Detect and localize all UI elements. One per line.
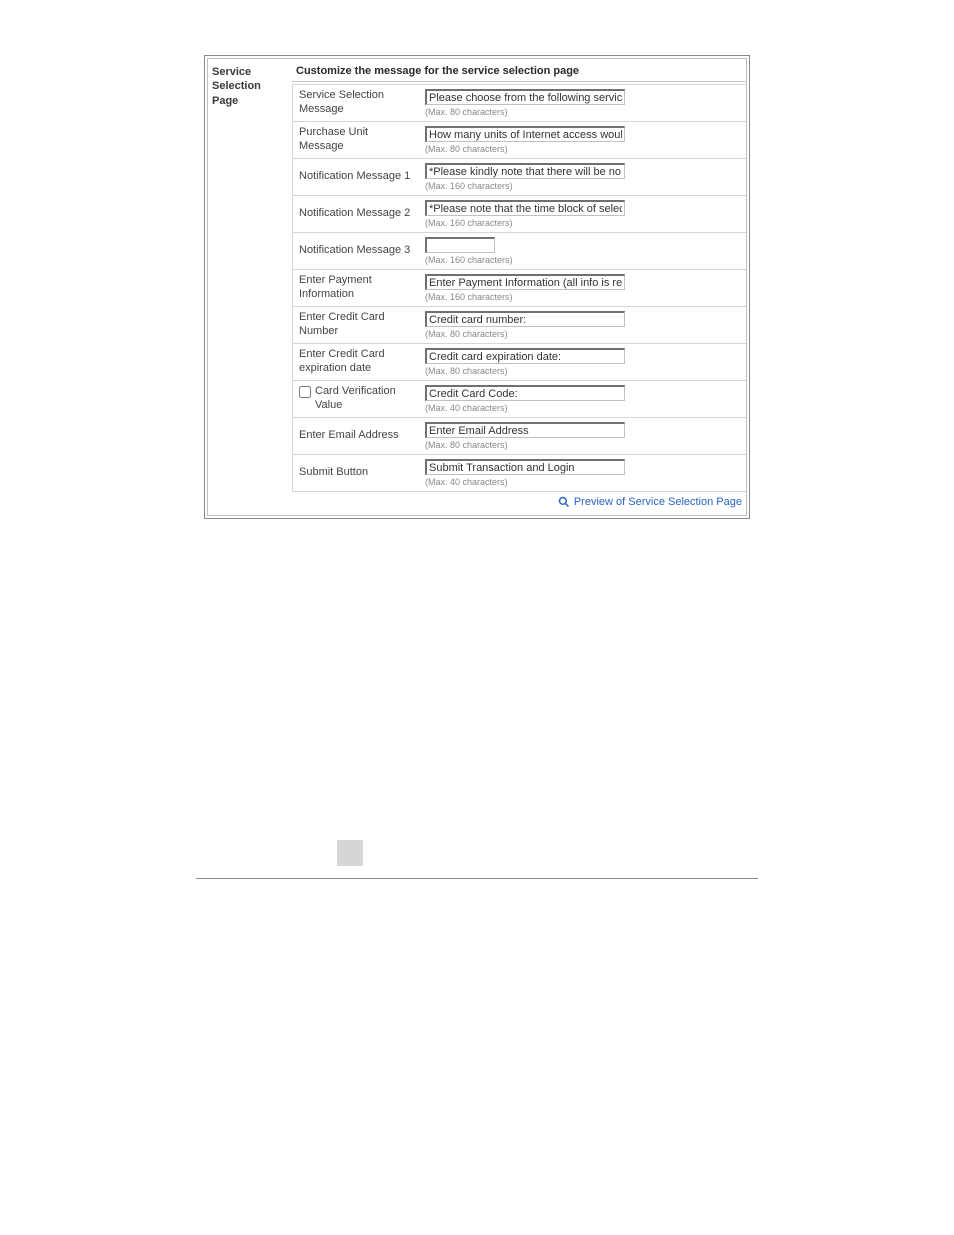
- hint-notification-message-1: (Max. 160 characters): [425, 181, 740, 191]
- hint-card-verification-value: (Max. 40 characters): [425, 403, 740, 413]
- row-service-selection-message: Service Selection Message (Max. 80 chara…: [293, 85, 746, 122]
- hint-enter-payment-info: (Max. 160 characters): [425, 292, 740, 302]
- label-enter-cc-expiration: Enter Credit Card expiration date: [293, 344, 419, 380]
- input-service-selection-message[interactable]: [425, 89, 625, 105]
- section-header: Customize the message for the service se…: [292, 59, 746, 82]
- hint-enter-cc-number: (Max. 80 characters): [425, 329, 740, 339]
- footer-rule: [196, 878, 758, 879]
- section-title: Service Selection Page: [208, 59, 292, 515]
- preview-link[interactable]: Preview of Service Selection Page: [558, 496, 742, 508]
- row-enter-email-address: Enter Email Address (Max. 80 characters): [293, 418, 746, 455]
- row-notification-message-2: Notification Message 2 (Max. 160 charact…: [293, 196, 746, 233]
- label-purchase-unit-message: Purchase Unit Message: [293, 122, 419, 158]
- hint-notification-message-3: (Max. 160 characters): [425, 255, 740, 265]
- label-submit-button: Submit Button: [293, 455, 419, 491]
- service-selection-panel: Service Selection Page Customize the mes…: [207, 58, 747, 516]
- input-enter-payment-info[interactable]: [425, 274, 625, 290]
- input-submit-button[interactable]: [425, 459, 625, 475]
- row-enter-cc-expiration: Enter Credit Card expiration date (Max. …: [293, 344, 746, 381]
- row-enter-payment-info: Enter Payment Information (Max. 160 char…: [293, 270, 746, 307]
- input-purchase-unit-message[interactable]: [425, 126, 625, 142]
- input-card-verification-value[interactable]: [425, 385, 625, 401]
- label-notification-message-3: Notification Message 3: [293, 233, 419, 269]
- input-notification-message-3[interactable]: [425, 237, 495, 253]
- label-notification-message-2: Notification Message 2: [293, 196, 419, 232]
- row-notification-message-1: Notification Message 1 (Max. 160 charact…: [293, 159, 746, 196]
- row-notification-message-3: Notification Message 3 (Max. 160 charact…: [293, 233, 746, 270]
- row-submit-button: Submit Button (Max. 40 characters): [293, 455, 746, 492]
- row-enter-cc-number: Enter Credit Card Number (Max. 80 charac…: [293, 307, 746, 344]
- input-notification-message-2[interactable]: [425, 200, 625, 216]
- label-cvv-text: Card Verification Value: [315, 385, 413, 413]
- settings-table: Service Selection Message (Max. 80 chara…: [292, 84, 746, 492]
- input-notification-message-1[interactable]: [425, 163, 625, 179]
- label-notification-message-1: Notification Message 1: [293, 159, 419, 195]
- label-enter-email-address: Enter Email Address: [293, 418, 419, 454]
- hint-purchase-unit-message: (Max. 80 characters): [425, 144, 740, 154]
- right-column: Customize the message for the service se…: [292, 59, 746, 515]
- preview-row: Preview of Service Selection Page: [292, 492, 746, 515]
- hint-service-selection-message: (Max. 80 characters): [425, 107, 740, 117]
- preview-link-text: Preview of Service Selection Page: [574, 496, 742, 508]
- label-service-selection-message: Service Selection Message: [293, 85, 419, 121]
- input-enter-cc-number[interactable]: [425, 311, 625, 327]
- hint-submit-button: (Max. 40 characters): [425, 477, 740, 487]
- footer-block: [337, 840, 363, 866]
- label-enter-cc-number: Enter Credit Card Number: [293, 307, 419, 343]
- row-card-verification-value: Card Verification Value (Max. 40 charact…: [293, 381, 746, 418]
- magnifier-icon: [558, 496, 570, 508]
- label-card-verification-value: Card Verification Value: [293, 381, 419, 417]
- panel-outer: Service Selection Page Customize the mes…: [204, 55, 750, 519]
- input-enter-email-address[interactable]: [425, 422, 625, 438]
- hint-enter-email-address: (Max. 80 characters): [425, 440, 740, 450]
- row-purchase-unit-message: Purchase Unit Message (Max. 80 character…: [293, 122, 746, 159]
- hint-enter-cc-expiration: (Max. 80 characters): [425, 366, 740, 376]
- hint-notification-message-2: (Max. 160 characters): [425, 218, 740, 228]
- checkbox-card-verification-value[interactable]: [299, 386, 311, 398]
- label-enter-payment-info: Enter Payment Information: [293, 270, 419, 306]
- input-enter-cc-expiration[interactable]: [425, 348, 625, 364]
